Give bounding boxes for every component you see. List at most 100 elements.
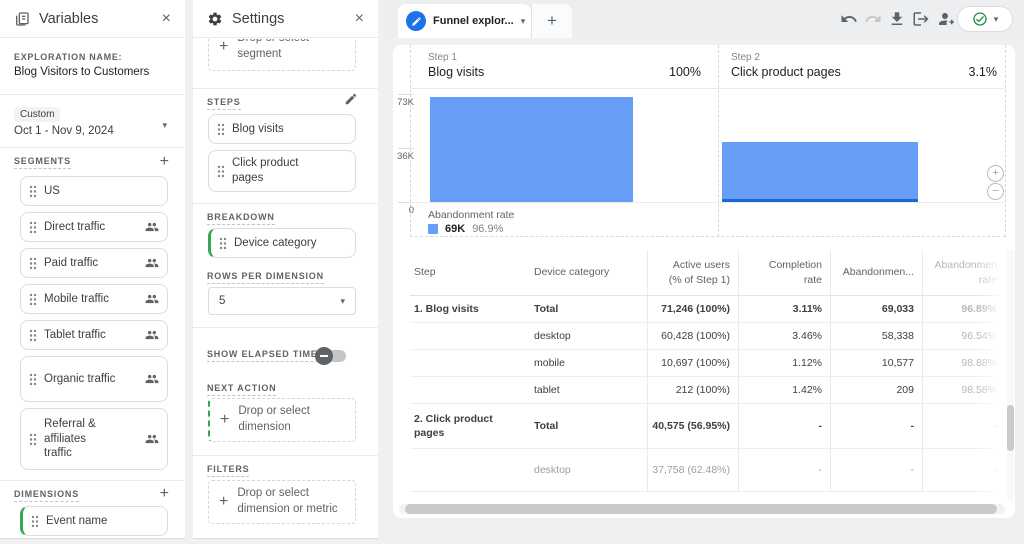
segment-label: Direct traffic bbox=[44, 220, 106, 233]
segment-card-us[interactable]: US bbox=[20, 176, 168, 206]
segment-card-mobile-traffic[interactable]: Mobile traffic bbox=[20, 284, 168, 314]
close-icon[interactable]: × bbox=[162, 10, 171, 27]
show-elapsed-time-label: SHOW ELAPSED TIME bbox=[207, 349, 318, 362]
drag-handle-icon[interactable] bbox=[31, 515, 39, 528]
segment-card-direct-traffic[interactable]: Direct traffic bbox=[20, 212, 168, 242]
table-row: mobile 10,697 (100%) 1.12% 10,577 98.88% bbox=[410, 350, 1005, 377]
drag-handle-icon[interactable] bbox=[29, 293, 37, 306]
divider bbox=[193, 203, 378, 204]
col-header-active-users: Active users (% of Step 1) bbox=[647, 250, 738, 295]
next-action-drop-zone[interactable]: + Drop or select dimension bbox=[208, 398, 356, 442]
table-row: desktop 60,428 (100%) 3.46% 58,338 96.54… bbox=[410, 323, 1005, 350]
exploration-name[interactable]: Blog Visitors to Customers bbox=[14, 66, 149, 78]
add-dimension-button[interactable]: + bbox=[160, 486, 169, 502]
dashed-border bbox=[718, 45, 719, 237]
gear-icon bbox=[207, 11, 223, 27]
segment-drop-zone[interactable]: + Drop or select segment bbox=[208, 39, 356, 71]
download-icon[interactable] bbox=[888, 10, 906, 28]
elapsed-time-toggle[interactable] bbox=[315, 347, 346, 365]
rows-per-dimension-select[interactable]: 5 ▾ bbox=[208, 287, 356, 315]
segment-label: Paid traffic bbox=[44, 256, 99, 269]
table-row: tablet 212 (100%) 1.42% 209 98.58% bbox=[410, 377, 1005, 404]
breakdown-card-device-category[interactable]: Device category bbox=[208, 228, 356, 258]
divider bbox=[193, 327, 378, 328]
date-range-value: Oct 1 - Nov 9, 2024 bbox=[14, 125, 114, 137]
filters-drop-zone[interactable]: + Drop or select dimension or metric bbox=[208, 480, 356, 524]
drag-handle-icon[interactable] bbox=[29, 185, 37, 198]
vertical-scrollbar[interactable] bbox=[1007, 250, 1014, 500]
vertical-scrollbar-thumb[interactable] bbox=[1007, 405, 1014, 451]
segment-label: Mobile traffic bbox=[44, 292, 109, 305]
y-tick-label: 36K bbox=[397, 151, 414, 162]
table-row: 2. Click product pages Total 40,575 (56.… bbox=[410, 404, 1005, 449]
rows-per-dimension-value: 5 bbox=[219, 295, 226, 307]
filters-label: FILTERS bbox=[207, 464, 250, 477]
plus-icon: + bbox=[219, 39, 229, 55]
drag-handle-icon[interactable] bbox=[29, 221, 37, 234]
step2-label: Step 2 bbox=[731, 52, 760, 63]
drag-handle-icon[interactable] bbox=[29, 373, 37, 386]
legend-title: Abandonment rate bbox=[428, 209, 515, 221]
caret-down-icon[interactable]: ▾ bbox=[162, 120, 167, 131]
validation-status-button[interactable]: ▾ bbox=[957, 6, 1013, 32]
col-header-step: Step bbox=[414, 266, 436, 279]
edit-steps-icon[interactable] bbox=[344, 92, 358, 106]
step-card-blog-visits[interactable]: Blog visits bbox=[208, 114, 356, 144]
redo-icon[interactable] bbox=[864, 10, 882, 28]
zoom-in-button[interactable]: + bbox=[987, 165, 1004, 182]
export-icon[interactable] bbox=[912, 10, 930, 28]
breakdown-value: Device category bbox=[234, 236, 317, 249]
segment-label: Referral & affiliates traffic bbox=[44, 417, 96, 460]
segment-label: US bbox=[44, 184, 60, 197]
drag-handle-icon[interactable] bbox=[29, 329, 37, 342]
settings-panel: Settings × + Drop or select segment STEP… bbox=[193, 0, 378, 539]
date-preset-chip: Custom bbox=[14, 107, 61, 122]
horizontal-scrollbar-thumb[interactable] bbox=[405, 504, 997, 514]
toggle-knob bbox=[315, 347, 333, 365]
table-row: 1. Blog visits Total 71,246 (100%) 3.11%… bbox=[410, 296, 1005, 323]
col-header-completion-rate: Completion rate bbox=[738, 250, 830, 295]
zoom-out-button[interactable]: − bbox=[987, 183, 1004, 200]
date-range-picker[interactable]: Custom Oct 1 - Nov 9, 2024 bbox=[14, 104, 114, 137]
funnel-bar-step2[interactable] bbox=[722, 142, 918, 202]
plus-icon: + bbox=[219, 493, 229, 510]
add-segment-button[interactable]: + bbox=[160, 154, 169, 170]
undo-icon[interactable] bbox=[840, 10, 858, 28]
drag-handle-icon[interactable] bbox=[217, 165, 225, 178]
filters-placeholder: Drop or select dimension or metric bbox=[237, 487, 338, 515]
segment-drop-placeholder: Drop or select segment bbox=[237, 39, 309, 60]
step2-percent: 3.1% bbox=[968, 65, 998, 79]
add-tab-button[interactable]: + bbox=[531, 4, 572, 38]
step-label: Blog visits bbox=[232, 122, 284, 135]
step1-label: Step 1 bbox=[428, 52, 457, 63]
tab-funnel-exploration[interactable]: Funnel explor... ▾ bbox=[398, 4, 531, 38]
legend-value: 69K bbox=[445, 223, 466, 235]
share-with-people-icon[interactable] bbox=[936, 10, 954, 28]
step-label: Click product pages bbox=[232, 157, 299, 184]
plus-icon: + bbox=[547, 11, 557, 30]
drag-handle-icon[interactable] bbox=[217, 123, 225, 136]
y-tick bbox=[398, 94, 414, 95]
variables-icon bbox=[14, 11, 30, 27]
exploration-name-label: EXPLORATION NAME: bbox=[14, 52, 123, 62]
segment-card-tablet-traffic[interactable]: Tablet traffic bbox=[20, 320, 168, 350]
step-card-click-product-pages[interactable]: Click product pages bbox=[208, 150, 356, 192]
funnel-bar-step1[interactable] bbox=[430, 97, 633, 202]
horizontal-scrollbar[interactable] bbox=[399, 504, 1005, 514]
dimension-label: Event name bbox=[46, 514, 108, 527]
drag-handle-icon[interactable] bbox=[219, 237, 227, 250]
dimensions-label: DIMENSIONS bbox=[14, 489, 80, 502]
step-header-divider bbox=[410, 88, 1005, 89]
y-tick-label: 73K bbox=[397, 97, 414, 108]
drag-handle-icon[interactable] bbox=[29, 433, 37, 446]
segment-card-paid-traffic[interactable]: Paid traffic bbox=[20, 248, 168, 278]
close-icon[interactable]: × bbox=[355, 10, 364, 27]
y-tick-label: 0 bbox=[408, 205, 414, 216]
table-header-row: Step Device category Active users (% of S… bbox=[410, 250, 1005, 296]
panel-title: Settings bbox=[232, 10, 285, 27]
col-header-abandonment-rate: Abandonmen rate bbox=[922, 250, 1005, 295]
dimension-card-event-name[interactable]: Event name bbox=[20, 506, 168, 536]
drag-handle-icon[interactable] bbox=[29, 257, 37, 270]
segment-card-referral-traffic[interactable]: Referral & affiliates traffic bbox=[20, 408, 168, 470]
segment-card-organic-traffic[interactable]: Organic traffic bbox=[20, 356, 168, 402]
